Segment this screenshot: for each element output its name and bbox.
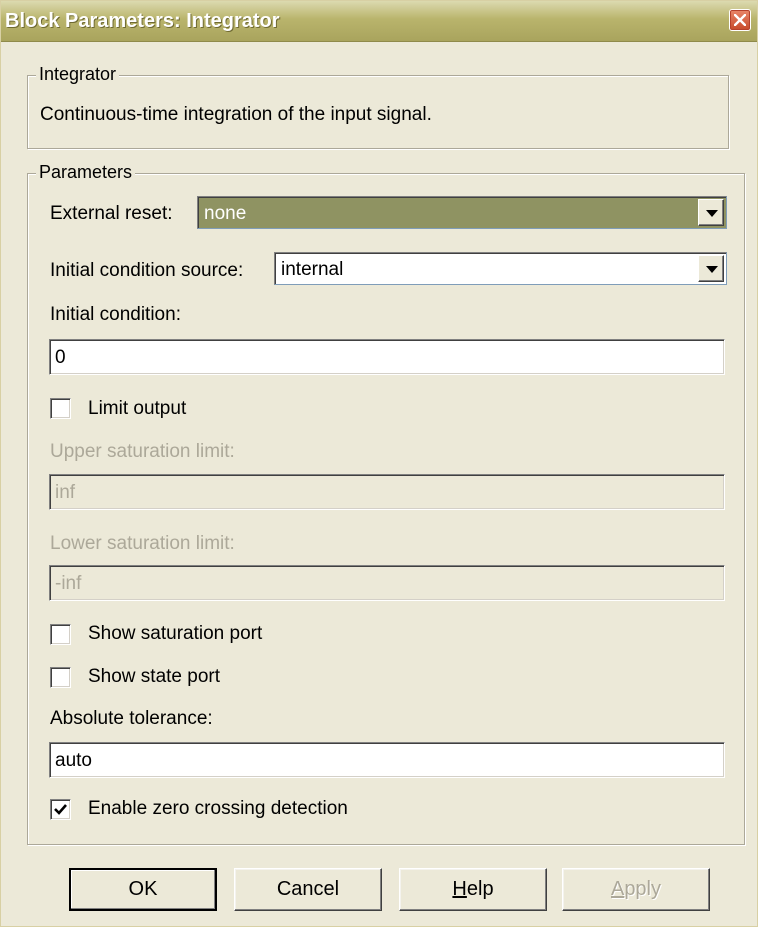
show-saturation-port-checkbox[interactable] bbox=[50, 624, 71, 645]
limit-output-label: Limit output bbox=[88, 398, 187, 419]
external-reset-label: External reset: bbox=[50, 203, 173, 224]
initial-condition-source-value: internal bbox=[281, 259, 344, 280]
cancel-button[interactable]: Cancel bbox=[234, 868, 382, 911]
apply-button-mnemonic: A bbox=[610, 878, 625, 900]
window-title: Block Parameters: Integrator bbox=[5, 10, 280, 32]
help-button[interactable]: Help bbox=[399, 868, 547, 911]
close-icon bbox=[734, 14, 746, 26]
initial-condition-source-label: Initial condition source: bbox=[50, 260, 244, 281]
chevron-down-icon bbox=[706, 266, 718, 273]
absolute-tolerance-value: auto bbox=[55, 750, 92, 771]
dialog-window: Block Parameters: Integrator Integrator … bbox=[0, 0, 758, 927]
limit-output-checkbox[interactable] bbox=[50, 398, 71, 419]
ok-button[interactable]: OK bbox=[69, 868, 217, 911]
lower-saturation-value: -inf bbox=[55, 573, 82, 594]
initial-condition-field[interactable]: 0 bbox=[49, 339, 725, 375]
apply-button-label: pply bbox=[624, 878, 662, 900]
lower-saturation-field: -inf bbox=[49, 565, 725, 601]
external-reset-dropdown-button[interactable] bbox=[698, 199, 724, 226]
show-saturation-port-label: Show saturation port bbox=[88, 623, 263, 644]
show-state-port-checkbox[interactable] bbox=[50, 667, 71, 688]
chevron-down-icon bbox=[706, 210, 718, 217]
integrator-group-legend: Integrator bbox=[36, 64, 120, 85]
initial-condition-label: Initial condition: bbox=[50, 304, 181, 325]
upper-saturation-field: inf bbox=[49, 474, 725, 510]
initial-condition-source-dropdown-button[interactable] bbox=[698, 255, 724, 282]
zero-crossing-checkbox[interactable] bbox=[50, 799, 71, 820]
initial-condition-source-select[interactable]: internal bbox=[274, 252, 727, 285]
initial-condition-value: 0 bbox=[55, 347, 66, 368]
help-button-label: elp bbox=[466, 878, 494, 900]
close-button[interactable] bbox=[729, 9, 751, 31]
parameters-group-legend: Parameters bbox=[36, 162, 136, 183]
show-state-port-label: Show state port bbox=[88, 666, 221, 687]
upper-saturation-label: Upper saturation limit: bbox=[50, 441, 235, 462]
upper-saturation-value: inf bbox=[55, 482, 76, 503]
help-button-mnemonic: H bbox=[452, 878, 467, 900]
absolute-tolerance-field[interactable]: auto bbox=[49, 742, 725, 778]
absolute-tolerance-label: Absolute tolerance: bbox=[50, 708, 213, 729]
block-description: Continuous-time integration of the input… bbox=[40, 104, 432, 125]
checkmark-icon bbox=[54, 804, 67, 815]
apply-button: Apply bbox=[562, 868, 710, 911]
integrator-group: Integrator Continuous-time integration o… bbox=[27, 64, 729, 149]
title-bar[interactable]: Block Parameters: Integrator bbox=[1, 1, 757, 42]
zero-crossing-label: Enable zero crossing detection bbox=[88, 798, 348, 819]
lower-saturation-label: Lower saturation limit: bbox=[50, 533, 235, 554]
external-reset-value: none bbox=[204, 203, 247, 224]
external-reset-select[interactable]: none bbox=[197, 196, 727, 229]
